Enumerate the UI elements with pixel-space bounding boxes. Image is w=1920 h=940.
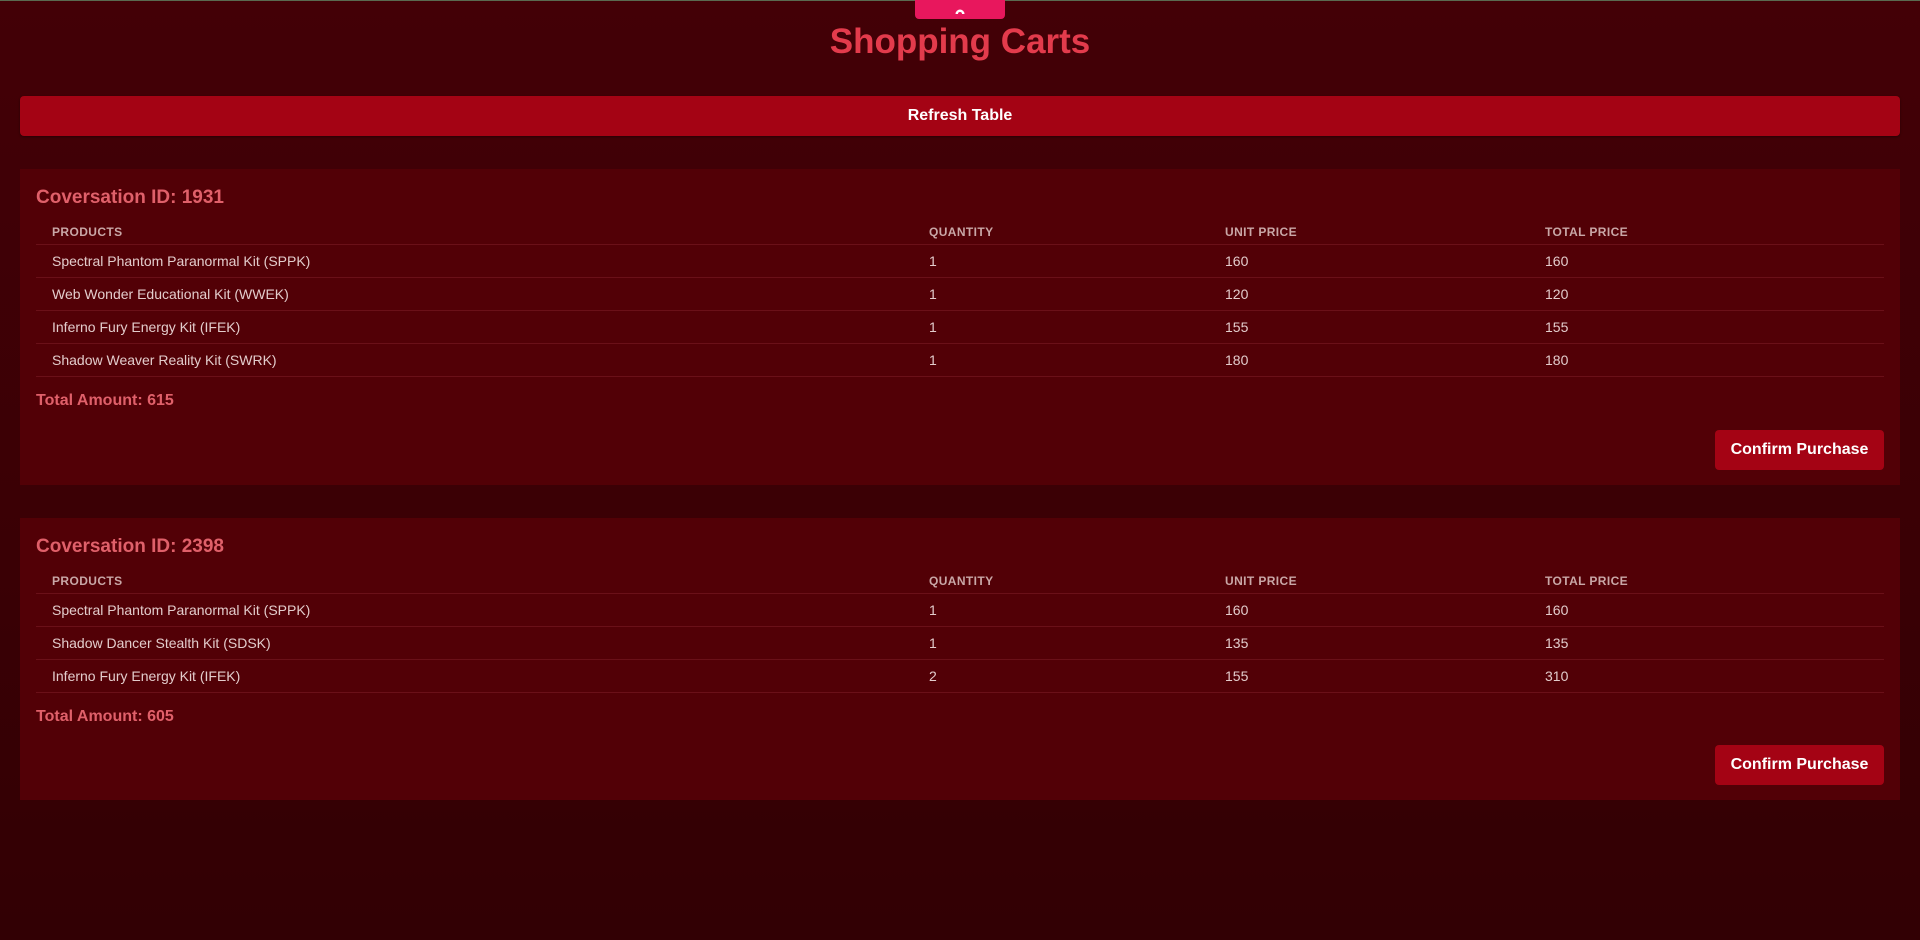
product-cell: Web Wonder Educational Kit (WWEK)	[36, 277, 913, 311]
table-row: Spectral Phantom Paranormal Kit (SPPK) 1…	[36, 593, 1884, 627]
total-amount: Total Amount: 615	[36, 391, 174, 409]
unit-price-cell: 180	[1209, 343, 1529, 377]
quantity-cell: 1	[913, 244, 1209, 278]
confirm-purchase-button[interactable]: Confirm Purchase	[1715, 430, 1884, 470]
product-cell: Shadow Weaver Reality Kit (SWRK)	[36, 343, 913, 377]
unit-price-cell: 160	[1209, 244, 1529, 278]
cart-title: Coversation ID: 2398	[36, 536, 224, 557]
unit-price-cell: 155	[1209, 310, 1529, 344]
product-cell: Inferno Fury Energy Kit (IFEK)	[36, 310, 913, 344]
header-unit-price: UNIT PRICE	[1209, 569, 1529, 594]
total-price-cell: 160	[1529, 244, 1884, 278]
product-cell: Spectral Phantom Paranormal Kit (SPPK)	[36, 593, 913, 627]
total-price-cell: 160	[1529, 593, 1884, 627]
unit-price-cell: 135	[1209, 626, 1529, 660]
table-header-row: PRODUCTS QUANTITY UNIT PRICE TOTAL PRICE	[36, 220, 1884, 245]
header-unit-price: UNIT PRICE	[1209, 220, 1529, 245]
quantity-cell: 2	[913, 659, 1209, 693]
quantity-cell: 1	[913, 277, 1209, 311]
header-quantity: QUANTITY	[913, 220, 1209, 245]
total-price-cell: 135	[1529, 626, 1884, 660]
header-products: PRODUCTS	[36, 220, 913, 245]
total-price-cell: 310	[1529, 659, 1884, 693]
header-quantity: QUANTITY	[913, 569, 1209, 594]
refresh-table-button[interactable]: Refresh Table	[20, 96, 1900, 136]
product-cell: Shadow Dancer Stealth Kit (SDSK)	[36, 626, 913, 660]
cart-title: Coversation ID: 1931	[36, 187, 224, 208]
table-row: Shadow Weaver Reality Kit (SWRK) 1 180 1…	[36, 343, 1884, 377]
cart-card: Coversation ID: 2398 PRODUCTS QUANTITY U…	[20, 518, 1900, 800]
table-row: Inferno Fury Energy Kit (IFEK) 2 155 310	[36, 659, 1884, 693]
pull-tab[interactable]	[915, 0, 1005, 19]
table-row: Web Wonder Educational Kit (WWEK) 1 120 …	[36, 277, 1884, 311]
total-price-cell: 180	[1529, 343, 1884, 377]
total-price-cell: 120	[1529, 277, 1884, 311]
header-products: PRODUCTS	[36, 569, 913, 594]
quantity-cell: 1	[913, 593, 1209, 627]
unit-price-cell: 120	[1209, 277, 1529, 311]
cart-card: Coversation ID: 1931 PRODUCTS QUANTITY U…	[20, 169, 1900, 485]
table-row: Spectral Phantom Paranormal Kit (SPPK) 1…	[36, 244, 1884, 278]
unit-price-cell: 155	[1209, 659, 1529, 693]
table-row: Shadow Dancer Stealth Kit (SDSK) 1 135 1…	[36, 626, 1884, 660]
unit-price-cell: 160	[1209, 593, 1529, 627]
product-cell: Spectral Phantom Paranormal Kit (SPPK)	[36, 244, 913, 278]
cart-table: PRODUCTS QUANTITY UNIT PRICE TOTAL PRICE…	[36, 569, 1884, 693]
chevron-up-icon	[955, 9, 965, 14]
confirm-purchase-button[interactable]: Confirm Purchase	[1715, 745, 1884, 785]
page-title: Shopping Carts	[829, 22, 1091, 61]
quantity-cell: 1	[913, 626, 1209, 660]
cart-table: PRODUCTS QUANTITY UNIT PRICE TOTAL PRICE…	[36, 220, 1884, 377]
table-row: Inferno Fury Energy Kit (IFEK) 1 155 155	[36, 310, 1884, 344]
header-total-price: TOTAL PRICE	[1529, 220, 1884, 245]
table-header-row: PRODUCTS QUANTITY UNIT PRICE TOTAL PRICE	[36, 569, 1884, 594]
total-price-cell: 155	[1529, 310, 1884, 344]
header-total-price: TOTAL PRICE	[1529, 569, 1884, 594]
quantity-cell: 1	[913, 310, 1209, 344]
quantity-cell: 1	[913, 343, 1209, 377]
total-amount: Total Amount: 605	[36, 707, 174, 725]
product-cell: Inferno Fury Energy Kit (IFEK)	[36, 659, 913, 693]
